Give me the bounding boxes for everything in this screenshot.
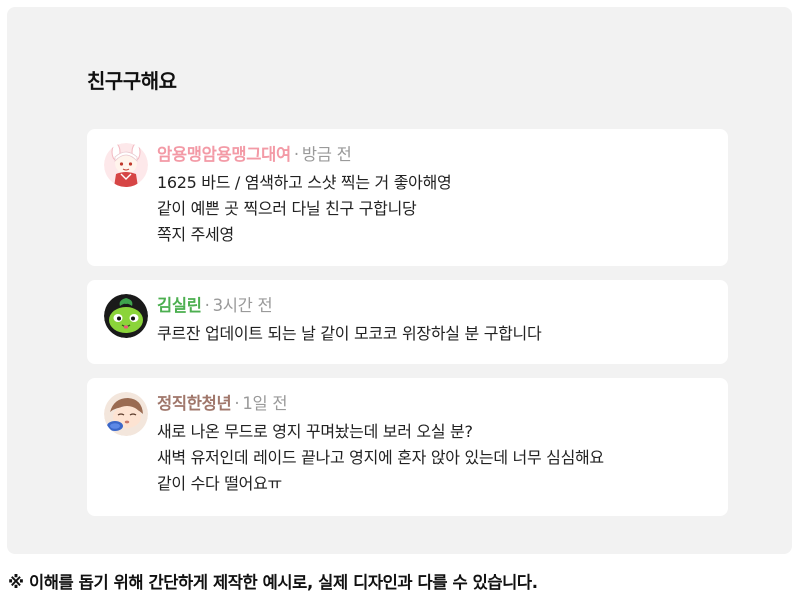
post-meta: 김실린 · 3시간 전: [157, 295, 273, 317]
post-line: 쪽지 주세영: [157, 225, 234, 244]
post-card[interactable]: 김실린 · 3시간 전 쿠르잔 업데이트 되는 날 같이 모코코 위장하실 분 구합…: [87, 280, 728, 364]
post-line: 쿠르잔 업데이트 되는 날 같이 모코코 위장하실 분 구합니다: [157, 324, 542, 343]
post-line: 같이 예쁜 곳 찍으러 다닐 친구 구합니당: [157, 199, 417, 218]
rabbit-girl-icon[interactable]: [104, 143, 148, 187]
disclaimer-footnote: ※ 이해를 돕기 위해 간단하게 제작한 예시로, 실제 디자인과 다를 수 있…: [8, 573, 538, 592]
post-line: 1625 바드 / 염색하고 스샷 찍는 거 좋아해영: [157, 173, 452, 192]
post-meta: 정직한청년 · 1일 전: [157, 393, 288, 415]
meta-separator: ·: [234, 394, 240, 413]
post-time: 1일 전: [242, 394, 288, 413]
post-body: 쿠르잔 업데이트 되는 날 같이 모코코 위장하실 분 구합니다: [157, 321, 542, 347]
author-name[interactable]: 김실린: [157, 296, 202, 315]
post-body: 새로 나온 무드로 영지 꾸며놨는데 보러 오실 분? 새벽 유저인데 레이드 …: [157, 419, 604, 497]
sleeping-character-icon[interactable]: [104, 392, 148, 436]
post-card[interactable]: 정직한청년 · 1일 전 새로 나온 무드로 영지 꾸며놨는데 보러 오실 분? 새…: [87, 378, 728, 516]
post-time: 3시간 전: [212, 296, 273, 315]
author-name[interactable]: 암용맹암용맹그대여: [157, 145, 291, 164]
board-panel: 친구구해요 암용맹암용맹그대여 · 방금 전 1625 바드 / 염색하고 스샷 찍…: [7, 7, 792, 554]
post-body: 1625 바드 / 염색하고 스샷 찍는 거 좋아해영 같이 예쁜 곳 찍으러 …: [157, 170, 452, 248]
post-line: 새로 나온 무드로 영지 꾸며놨는데 보러 오실 분?: [157, 422, 473, 441]
meta-separator: ·: [204, 296, 210, 315]
post-time: 방금 전: [301, 145, 352, 164]
author-name[interactable]: 정직한청년: [157, 394, 232, 413]
board-title: 친구구해요: [87, 69, 177, 93]
meta-separator: ·: [293, 145, 299, 164]
post-meta: 암용맹암용맹그대여 · 방금 전: [157, 144, 352, 166]
post-line: 새벽 유저인데 레이드 끝나고 영지에 혼자 앉아 있는데 너무 심심해요: [157, 448, 604, 467]
post-card[interactable]: 암용맹암용맹그대여 · 방금 전 1625 바드 / 염색하고 스샷 찍는 거 좋아…: [87, 129, 728, 266]
post-line: 같이 수다 떨어요ㅠ: [157, 474, 282, 493]
green-mokoko-icon[interactable]: [104, 294, 148, 338]
